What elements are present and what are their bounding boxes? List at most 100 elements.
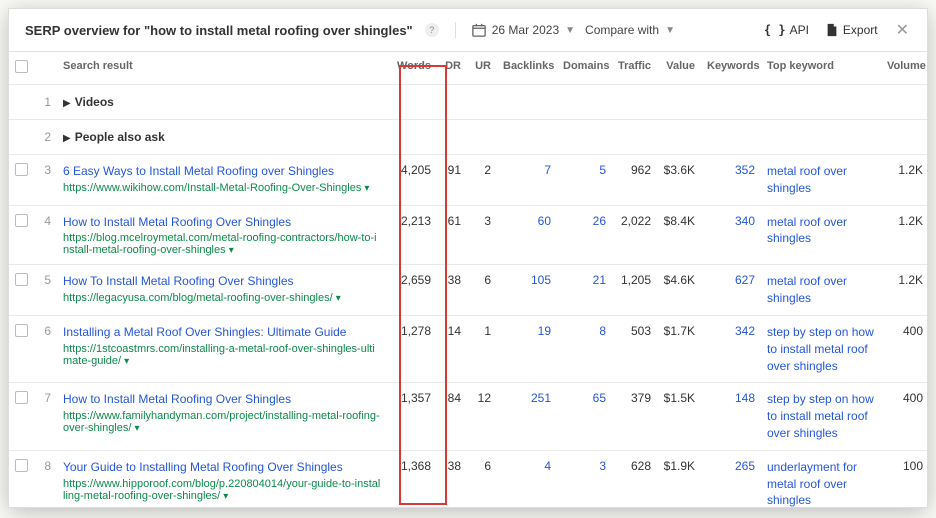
result-title[interactable]: How to Install Metal Roofing Over Shingl… — [63, 214, 381, 231]
cell-top-keyword[interactable]: underlayment for metal roof over shingle… — [767, 460, 857, 508]
result-title[interactable]: Installing a Metal Roof Over Shingles: U… — [63, 324, 381, 341]
close-button[interactable]: ✕ — [894, 20, 911, 40]
date-picker[interactable]: 26 Mar 2023 ▼ — [472, 23, 575, 37]
cell-top-keyword[interactable]: metal roof over shingles — [767, 274, 847, 305]
col-domains[interactable]: Domains — [557, 52, 612, 85]
cell-backlinks[interactable]: 251 — [531, 391, 551, 405]
divider — [455, 22, 456, 38]
cell-dr: 61 — [437, 205, 467, 265]
serp-feature-row: 2▶People also ask — [9, 120, 928, 155]
cell-keywords[interactable]: 265 — [735, 459, 755, 473]
braces-icon: { } — [764, 23, 786, 37]
table-header-row: Search result Words DR UR Backlinks Doma… — [9, 52, 928, 85]
cell-keywords[interactable]: 342 — [735, 324, 755, 338]
cell-domains[interactable]: 8 — [599, 324, 606, 338]
row-checkbox[interactable] — [15, 214, 28, 227]
cell-words: 1,278 — [387, 315, 437, 382]
col-volume[interactable]: Volume — [881, 52, 928, 85]
cell-top-keyword[interactable]: metal roof over shingles — [767, 215, 847, 246]
compare-button[interactable]: Compare with ▼ — [585, 23, 675, 37]
cell-keywords[interactable]: 352 — [735, 163, 755, 177]
col-backlinks[interactable]: Backlinks — [497, 52, 557, 85]
result-url[interactable]: https://www.hipporoof.com/blog/p.2208040… — [63, 478, 381, 502]
cell-top-keyword[interactable]: step by step on how to install metal roo… — [767, 325, 874, 373]
col-value[interactable]: Value — [657, 52, 701, 85]
table-row: 4 How to Install Metal Roofing Over Shing… — [9, 205, 928, 265]
expand-icon[interactable]: ▶ — [63, 133, 71, 144]
cell-domains[interactable]: 65 — [593, 391, 606, 405]
result-title[interactable]: How to Install Metal Roofing Over Shingl… — [63, 391, 381, 408]
cell-value: $1.5K — [657, 383, 701, 450]
cell-backlinks[interactable]: 19 — [538, 324, 551, 338]
cell-volume: 1.2K — [881, 265, 928, 316]
result-url[interactable]: https://1stcoastmrs.com/installing-a-met… — [63, 343, 381, 367]
caret-down-icon: ▾ — [364, 183, 369, 194]
export-button[interactable]: Export — [825, 23, 878, 37]
cell-volume: 400 — [881, 315, 928, 382]
row-checkbox[interactable] — [15, 391, 28, 404]
cell-keywords[interactable]: 148 — [735, 391, 755, 405]
row-checkbox[interactable] — [15, 459, 28, 472]
cell-value: $8.4K — [657, 205, 701, 265]
cell-traffic: 628 — [612, 450, 657, 508]
result-title[interactable]: 6 Easy Ways to Install Metal Roofing ove… — [63, 163, 381, 180]
result-title[interactable]: Your Guide to Installing Metal Roofing O… — [63, 459, 381, 476]
expand-icon[interactable]: ▶ — [63, 98, 71, 109]
col-keywords[interactable]: Keywords — [701, 52, 761, 85]
cell-backlinks[interactable]: 4 — [544, 459, 551, 473]
serp-feature-row: 1▶Videos — [9, 85, 928, 120]
cell-top-keyword[interactable]: metal roof over shingles — [767, 164, 847, 195]
calendar-icon — [472, 23, 486, 37]
cell-domains[interactable]: 26 — [593, 214, 606, 228]
cell-backlinks[interactable]: 60 — [538, 214, 551, 228]
export-label: Export — [843, 23, 878, 37]
cell-backlinks[interactable]: 105 — [531, 273, 551, 287]
cell-backlinks[interactable]: 7 — [544, 163, 551, 177]
cell-ur: 3 — [467, 205, 497, 265]
serp-overview-panel: SERP overview for "how to install metal … — [8, 8, 928, 508]
cell-volume: 1.2K — [881, 155, 928, 206]
cell-keywords[interactable]: 340 — [735, 214, 755, 228]
cell-ur: 6 — [467, 265, 497, 316]
caret-down-icon: ▾ — [135, 423, 140, 434]
cell-traffic: 379 — [612, 383, 657, 450]
help-icon[interactable]: ? — [425, 23, 439, 37]
cell-domains[interactable]: 5 — [599, 163, 606, 177]
cell-dr: 38 — [437, 265, 467, 316]
result-url[interactable]: https://legacyusa.com/blog/metal-roofing… — [63, 292, 381, 304]
row-checkbox[interactable] — [15, 324, 28, 337]
cell-words: 1,368 — [387, 450, 437, 508]
row-index: 4 — [33, 205, 57, 265]
select-all-checkbox[interactable] — [15, 60, 28, 73]
col-top-keyword[interactable]: Top keyword — [761, 52, 881, 85]
row-index: 5 — [33, 265, 57, 316]
col-dr[interactable]: DR — [437, 52, 467, 85]
col-words[interactable]: Words — [387, 52, 437, 85]
cell-keywords[interactable]: 627 — [735, 273, 755, 287]
cell-traffic: 503 — [612, 315, 657, 382]
cell-words: 2,213 — [387, 205, 437, 265]
cell-words: 4,205 — [387, 155, 437, 206]
row-checkbox[interactable] — [15, 163, 28, 176]
feature-label[interactable]: People also ask — [75, 130, 165, 144]
caret-down-icon: ▾ — [124, 356, 129, 367]
result-url[interactable]: https://www.familyhandyman.com/project/i… — [63, 410, 381, 434]
result-title[interactable]: How To Install Metal Roofing Over Shingl… — [63, 273, 381, 290]
close-icon: ✕ — [896, 22, 909, 39]
result-url[interactable]: https://www.wikihow.com/Install-Metal-Ro… — [63, 182, 381, 194]
cell-dr: 38 — [437, 450, 467, 508]
col-ur[interactable]: UR — [467, 52, 497, 85]
cell-dr: 91 — [437, 155, 467, 206]
cell-traffic: 2,022 — [612, 205, 657, 265]
col-search-result[interactable]: Search result — [57, 52, 387, 85]
result-url[interactable]: https://blog.mcelroymetal.com/metal-roof… — [63, 232, 381, 256]
api-button[interactable]: { } API — [764, 23, 809, 37]
cell-domains[interactable]: 21 — [593, 273, 606, 287]
cell-domains[interactable]: 3 — [599, 459, 606, 473]
cell-top-keyword[interactable]: step by step on how to install metal roo… — [767, 392, 874, 440]
cell-value: $3.6K — [657, 155, 701, 206]
cell-ur: 12 — [467, 383, 497, 450]
row-checkbox[interactable] — [15, 273, 28, 286]
feature-label[interactable]: Videos — [75, 95, 114, 109]
col-traffic[interactable]: Traffic — [612, 52, 657, 85]
